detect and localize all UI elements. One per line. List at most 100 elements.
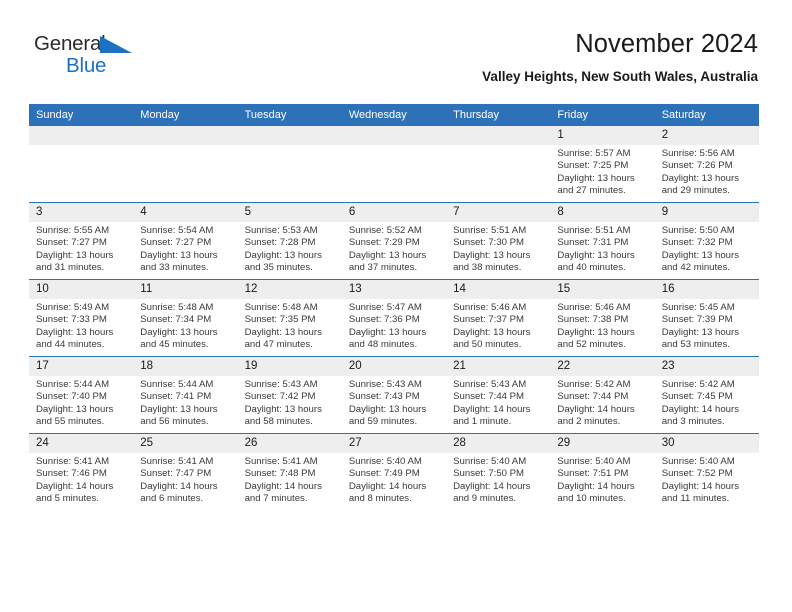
sunset-text: Sunset: 7:31 PM [557,237,629,249]
calendar-day-cell[interactable]: 19 Sunrise: 5:43 AM Sunset: 7:42 PM Dayligh… [237,356,342,434]
day-number: 17 [29,357,134,376]
calendar-week-row: 1 Sunrise: 5:57 AM Sunset: 7:25 PM Daylight… [29,126,759,203]
day-info: Sunrise: 5:40 AM Sunset: 7:52 PM Daylight:… [655,453,759,506]
sunrise-text: Sunrise: 5:45 AM [661,302,735,313]
calendar-day-cell[interactable]: 12 Sunrise: 5:48 AM Sunset: 7:35 PM Dayligh… [237,279,342,357]
day-number: 30 [654,434,759,453]
calendar-day-cell[interactable]: 9 Sunrise: 5:50 AM Sunset: 7:32 PM Daylight… [654,202,759,280]
daylight-text: Daylight: 14 hours and 8 minutes. [348,480,427,505]
sunset-text: Sunset: 7:37 PM [453,314,525,326]
general-blue-logo[interactable]: General Blue [34,33,132,76]
sunset-text: Sunset: 7:45 PM [661,391,733,403]
sunset-text: Sunset: 7:26 PM [661,160,733,172]
sunrise-text: Sunrise: 5:40 AM [348,456,422,467]
day-number: 1 [550,126,655,145]
calendar-day-cell[interactable]: 29 Sunrise: 5:40 AM Sunset: 7:51 PM Dayligh… [550,433,655,510]
day-info: Sunrise: 5:56 AM Sunset: 7:26 PM Daylight:… [655,145,759,198]
sunrise-text: Sunrise: 5:42 AM [557,379,631,390]
day-info: Sunrise: 5:43 AM Sunset: 7:43 PM Daylight:… [342,376,446,429]
calendar-day-cell[interactable]: 20 Sunrise: 5:43 AM Sunset: 7:43 PM Dayligh… [341,356,447,434]
day-number: 10 [29,280,134,299]
sunrise-text: Sunrise: 5:40 AM [453,456,527,467]
day-info: Sunrise: 5:44 AM Sunset: 7:41 PM Daylight:… [133,376,237,429]
calendar-day-cell[interactable]: 30 Sunrise: 5:40 AM Sunset: 7:52 PM Dayligh… [654,433,759,510]
calendar-day-cell[interactable]: 8 Sunrise: 5:51 AM Sunset: 7:31 PM Daylight… [550,202,655,280]
calendar-day-cell[interactable]: 6 Sunrise: 5:52 AM Sunset: 7:29 PM Daylight… [341,202,447,280]
calendar-day-cell[interactable]: 3 Sunrise: 5:55 AM Sunset: 7:27 PM Daylight… [29,202,134,280]
day-number: 26 [237,434,342,453]
sunrise-text: Sunrise: 5:43 AM [348,379,422,390]
sunrise-text: Sunrise: 5:52 AM [348,225,422,236]
calendar-day-cell[interactable]: 27 Sunrise: 5:40 AM Sunset: 7:49 PM Dayligh… [341,433,447,510]
day-number [29,126,134,145]
day-info: Sunrise: 5:53 AM Sunset: 7:28 PM Daylight:… [238,222,342,275]
sunrise-text: Sunrise: 5:44 AM [36,379,110,390]
sunrise-text: Sunrise: 5:51 AM [557,225,631,236]
calendar-day-cell[interactable]: 22 Sunrise: 5:42 AM Sunset: 7:44 PM Dayligh… [550,356,655,434]
daylight-text: Daylight: 14 hours and 3 minutes. [661,403,740,428]
day-number: 29 [550,434,655,453]
sunrise-text: Sunrise: 5:46 AM [557,302,631,313]
column-header-tuesday: Tuesday [237,104,342,126]
page-header: General Blue November 2024 Valley Height… [0,0,792,84]
daylight-text: Daylight: 14 hours and 6 minutes. [140,480,218,505]
calendar-day-cell[interactable]: 16 Sunrise: 5:45 AM Sunset: 7:39 PM Dayligh… [654,279,759,357]
sunrise-text: Sunrise: 5:55 AM [36,225,110,236]
day-info: Sunrise: 5:46 AM Sunset: 7:38 PM Daylight:… [550,299,654,352]
calendar-cell-empty [237,126,342,203]
calendar-day-cell[interactable]: 10 Sunrise: 5:49 AM Sunset: 7:33 PM Dayligh… [29,279,134,357]
day-number: 8 [550,203,655,222]
sunset-text: Sunset: 7:44 PM [453,391,525,403]
day-info: Sunrise: 5:41 AM Sunset: 7:46 PM Daylight:… [29,453,133,506]
calendar-day-cell[interactable]: 15 Sunrise: 5:46 AM Sunset: 7:38 PM Dayligh… [550,279,655,357]
day-info: Sunrise: 5:42 AM Sunset: 7:45 PM Daylight:… [655,376,759,429]
daylight-text: Daylight: 13 hours and 38 minutes. [453,249,531,274]
sunset-text: Sunset: 7:25 PM [557,160,629,172]
sunrise-text: Sunrise: 5:50 AM [661,225,735,236]
sunrise-text: Sunrise: 5:46 AM [453,302,527,313]
sunset-text: Sunset: 7:51 PM [557,468,629,480]
day-number [341,126,447,145]
calendar-day-cell[interactable]: 7 Sunrise: 5:51 AM Sunset: 7:30 PM Daylight… [446,202,551,280]
column-header-saturday: Saturday [654,104,759,126]
column-header-monday: Monday [133,104,238,126]
daylight-text: Daylight: 13 hours and 56 minutes. [140,403,218,428]
calendar-day-cell[interactable]: 28 Sunrise: 5:40 AM Sunset: 7:50 PM Dayligh… [446,433,551,510]
daylight-text: Daylight: 14 hours and 7 minutes. [244,480,322,505]
day-info: Sunrise: 5:43 AM Sunset: 7:44 PM Daylight:… [446,376,550,429]
calendar-day-cell[interactable]: 5 Sunrise: 5:53 AM Sunset: 7:28 PM Daylight… [237,202,342,280]
calendar-day-cell[interactable]: 17 Sunrise: 5:44 AM Sunset: 7:40 PM Dayligh… [29,356,134,434]
calendar-day-cell[interactable]: 21 Sunrise: 5:43 AM Sunset: 7:44 PM Dayligh… [446,356,551,434]
calendar-day-cell[interactable]: 23 Sunrise: 5:42 AM Sunset: 7:45 PM Dayligh… [654,356,759,434]
day-number: 28 [446,434,551,453]
daylight-text: Daylight: 13 hours and 44 minutes. [36,326,114,351]
calendar-day-cell[interactable]: 4 Sunrise: 5:54 AM Sunset: 7:27 PM Daylight… [133,202,238,280]
day-number: 11 [133,280,238,299]
calendar-day-cell[interactable]: 25 Sunrise: 5:41 AM Sunset: 7:47 PM Dayligh… [133,433,238,510]
calendar-day-cell[interactable]: 14 Sunrise: 5:46 AM Sunset: 7:37 PM Dayligh… [446,279,551,357]
sunrise-text: Sunrise: 5:43 AM [244,379,318,390]
day-info: Sunrise: 5:45 AM Sunset: 7:39 PM Daylight:… [655,299,759,352]
sunset-text: Sunset: 7:35 PM [244,314,316,326]
day-number: 2 [654,126,759,145]
calendar-week-row: 10 Sunrise: 5:49 AM Sunset: 7:33 PM Dayligh… [29,279,759,357]
calendar-day-cell[interactable]: 24 Sunrise: 5:41 AM Sunset: 7:46 PM Dayligh… [29,433,134,510]
daylight-text: Daylight: 13 hours and 40 minutes. [557,249,635,274]
day-number: 4 [133,203,238,222]
calendar-day-cell[interactable]: 26 Sunrise: 5:41 AM Sunset: 7:48 PM Dayligh… [237,433,342,510]
calendar-day-cell[interactable]: 2 Sunrise: 5:56 AM Sunset: 7:26 PM Daylight… [654,126,759,203]
day-number: 18 [133,357,238,376]
calendar-day-cell[interactable]: 11 Sunrise: 5:48 AM Sunset: 7:34 PM Dayligh… [133,279,238,357]
sunset-text: Sunset: 7:47 PM [140,468,212,480]
calendar-day-cell[interactable]: 1 Sunrise: 5:57 AM Sunset: 7:25 PM Daylight… [550,126,655,203]
day-number: 14 [446,280,551,299]
day-number: 12 [237,280,342,299]
sunrise-text: Sunrise: 5:44 AM [140,379,214,390]
sunset-text: Sunset: 7:43 PM [348,391,420,403]
calendar-week-row: 17 Sunrise: 5:44 AM Sunset: 7:40 PM Dayligh… [29,356,759,434]
day-number: 7 [446,203,551,222]
sunset-text: Sunset: 7:42 PM [244,391,316,403]
calendar-day-cell[interactable]: 18 Sunrise: 5:44 AM Sunset: 7:41 PM Dayligh… [133,356,238,434]
calendar-day-cell[interactable]: 13 Sunrise: 5:47 AM Sunset: 7:36 PM Dayligh… [341,279,447,357]
daylight-text: Daylight: 14 hours and 9 minutes. [453,480,531,505]
